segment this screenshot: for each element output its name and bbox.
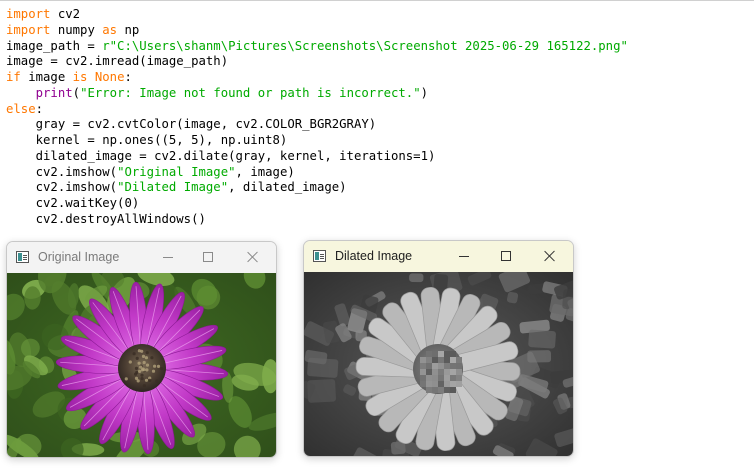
close-button[interactable] — [241, 246, 265, 268]
window-titlebar[interactable]: Dilated Image — [304, 241, 573, 272]
code-token: cv2.imshow( — [6, 180, 118, 195]
opencv-window-icon — [16, 251, 29, 263]
code-token: cv2.imshow( — [6, 164, 118, 179]
window-title: Original Image — [38, 250, 120, 264]
code-line: kernel = np.ones((5, 5), np.uint8) — [6, 132, 288, 148]
code-token: "Original Image" — [117, 164, 236, 179]
maximize-button[interactable] — [196, 246, 220, 268]
code-line: import cv2 — [6, 6, 80, 22]
code-token: np — [117, 22, 140, 37]
code-token: kernel = np.ones((5, 5), np.uint8) — [6, 133, 288, 147]
code-token: , image) — [235, 164, 295, 179]
code-line: image_path = r"C:\Users\shanm\Pictures\S… — [6, 38, 628, 54]
close-button[interactable] — [538, 245, 562, 267]
minimize-icon — [459, 255, 469, 257]
window-title: Dilated Image — [335, 249, 413, 263]
minimize-icon — [163, 256, 173, 258]
minimize-button[interactable] — [452, 245, 476, 267]
original-image-canvas — [7, 273, 276, 457]
code-token: import — [6, 7, 51, 21]
code-token: print — [35, 85, 73, 100]
code-token: else — [6, 101, 36, 116]
code-line: if image is None: — [6, 69, 132, 85]
code-token: import — [6, 22, 51, 37]
dilated-image-window[interactable]: Dilated Image — [303, 240, 574, 457]
code-token: image_path = — [6, 38, 103, 53]
code-token: cv2.waitKey(0) — [6, 196, 140, 210]
code-token: , dilated_image) — [228, 180, 347, 195]
code-token: is — [72, 70, 88, 84]
code-token: "Error: Image not found or path is incor… — [80, 85, 421, 100]
minimize-button[interactable] — [156, 246, 180, 268]
flower-photo — [7, 273, 276, 457]
code-token: cv2 — [50, 7, 81, 21]
code-token: "Dilated Image" — [117, 180, 229, 195]
dilated-image-canvas — [304, 272, 573, 456]
close-icon — [544, 250, 556, 262]
code-token: r"C:\Users\shanm\Pictures\Screenshots\Sc… — [102, 38, 628, 53]
code-line: else: — [6, 101, 43, 117]
maximize-icon — [203, 252, 213, 262]
code-token: as — [102, 22, 118, 37]
dilated-flower-photo — [304, 272, 573, 456]
code-line: image = cv2.imread(image_path) — [6, 53, 228, 69]
code-line: cv2.imshow("Dilated Image", dilated_imag… — [6, 179, 347, 195]
code-line: gray = cv2.cvtColor(image, cv2.COLOR_BGR… — [6, 116, 377, 132]
code-token: dilated_image = cv2.dilate(gray, kernel,… — [6, 148, 436, 163]
code-token: : — [35, 101, 44, 116]
code-line: cv2.imshow("Original Image", image) — [6, 164, 295, 180]
code-token: cv2.destroyAllWindows() — [6, 211, 206, 226]
code-token: numpy — [50, 22, 103, 37]
code-token: gray = cv2.cvtColor(image, cv2.COLOR_BGR… — [6, 117, 377, 132]
code-token: image = cv2.imread(image_path) — [6, 54, 229, 69]
code-line: cv2.destroyAllWindows() — [6, 211, 206, 227]
code-line: dilated_image = cv2.dilate(gray, kernel,… — [6, 148, 436, 164]
code-token: : — [124, 70, 132, 84]
code-token: if — [6, 70, 21, 84]
code-token: image — [20, 70, 73, 84]
code-line: print("Error: Image not found or path is… — [6, 85, 428, 101]
original-image-window[interactable]: Original Image — [6, 241, 277, 458]
code-token: ( — [72, 85, 81, 100]
code-token: None — [94, 70, 125, 84]
opencv-window-icon — [313, 250, 326, 262]
maximize-icon — [501, 251, 511, 261]
close-icon — [247, 251, 259, 263]
code-line: import numpy as np — [6, 22, 139, 38]
code-line: cv2.waitKey(0) — [6, 195, 140, 211]
window-titlebar[interactable]: Original Image — [7, 242, 276, 273]
code-token: ) — [420, 85, 429, 100]
maximize-button[interactable] — [494, 245, 518, 267]
